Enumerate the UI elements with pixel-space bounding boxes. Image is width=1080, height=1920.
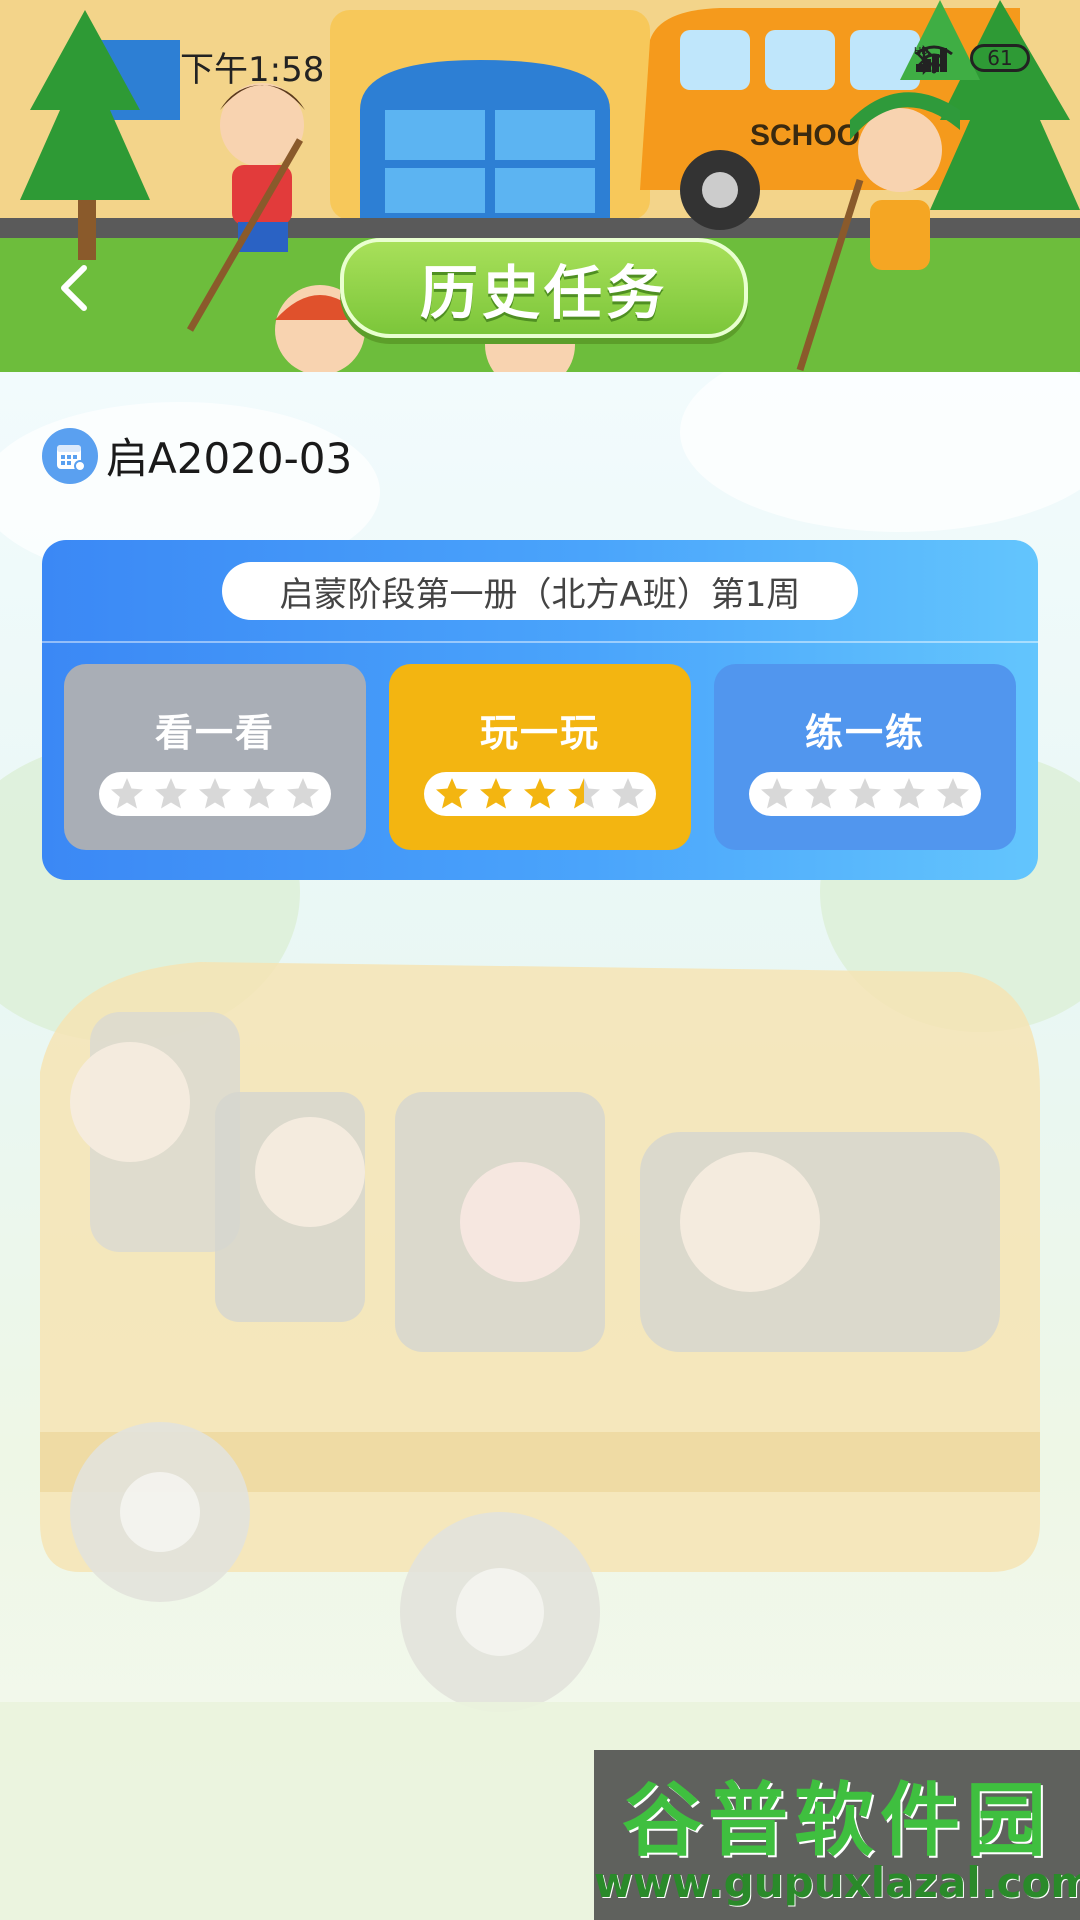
status-icons: HD 61 <box>914 44 1030 76</box>
week-label: 启蒙阶段第一册（北方A班）第1周 <box>222 562 858 620</box>
star-icon <box>243 778 275 809</box>
star-icon <box>111 778 143 809</box>
star-icon <box>937 778 969 809</box>
star-icon <box>480 778 512 809</box>
activity-see-button[interactable]: 看一看 <box>64 664 366 850</box>
star-icon <box>568 778 600 809</box>
battery-icon: 61 <box>970 44 1030 72</box>
watermark-url: www.gupuxlazal.com <box>594 1858 1080 1907</box>
page-title: 历史任务 <box>419 259 668 327</box>
activity-label: 看一看 <box>154 711 275 755</box>
star-rating <box>424 772 656 816</box>
weekly-task-card: 启蒙阶段第一册（北方A班）第1周 看一看 玩一玩 练一练 <box>42 540 1038 880</box>
star-icon <box>849 778 881 809</box>
chevron-left-icon <box>61 265 87 311</box>
star-icon <box>893 778 925 809</box>
star-icon <box>612 778 644 809</box>
status-time: 下午1:58 <box>180 50 325 90</box>
calendar-icon <box>42 427 98 484</box>
star-icon <box>287 778 319 809</box>
star-icon <box>805 778 837 809</box>
status-bar: 下午1:58 HD 61 <box>0 38 1080 90</box>
back-button[interactable] <box>48 258 108 318</box>
watermark: 谷普软件园 www.gupuxlazal.com <box>594 1750 1080 1920</box>
activity-label: 练一练 <box>804 711 925 755</box>
star-icon <box>199 778 231 809</box>
svg-text:SCHOO: SCHOO <box>750 119 860 152</box>
card-divider <box>42 641 1038 643</box>
page-title-plate: 历史任务 <box>340 238 748 338</box>
activity-practice-button[interactable]: 练一练 <box>714 664 1016 850</box>
star-icon <box>436 778 468 809</box>
star-icon <box>761 778 793 809</box>
watermark-title: 谷普软件园 <box>622 1774 1052 1867</box>
star-rating <box>99 772 331 816</box>
class-name: 启A2020-03 <box>106 434 353 483</box>
activity-label: 玩一玩 <box>479 711 600 755</box>
header-banner: SCHOO 下午1:58 HD 61 历史任务 <box>0 0 1080 372</box>
star-rating <box>749 772 981 816</box>
star-icon <box>155 778 187 809</box>
star-icon <box>524 778 556 809</box>
class-header: 启A2020-03 <box>42 425 352 486</box>
activity-play-button[interactable]: 玩一玩 <box>389 664 691 850</box>
